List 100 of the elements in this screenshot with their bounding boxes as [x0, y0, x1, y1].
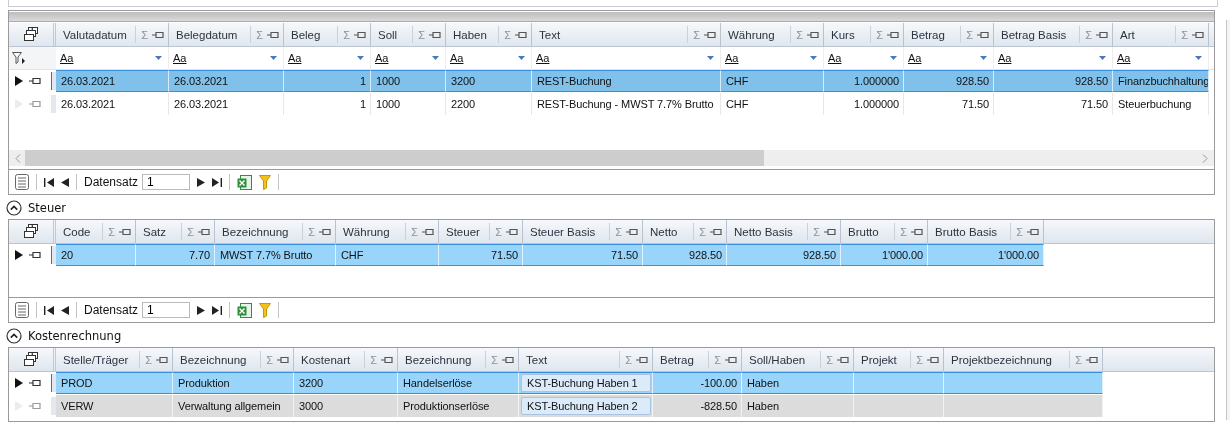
pin-icon[interactable] — [807, 30, 819, 39]
column-header[interactable]: Bezeichnung Σ — [398, 348, 519, 371]
dropdown-icon[interactable] — [432, 56, 439, 60]
filter-cell[interactable]: Aa — [994, 47, 1113, 69]
pin-icon[interactable] — [636, 355, 648, 364]
column-header[interactable]: Bezeichnung Σ — [173, 348, 294, 371]
pin-icon[interactable] — [725, 355, 737, 364]
pin-icon[interactable] — [824, 227, 836, 236]
next-icon[interactable] — [197, 305, 206, 315]
filter-operator[interactable]: Aa — [60, 52, 74, 64]
collapse-icon[interactable] — [6, 328, 22, 344]
filter-icon[interactable] — [12, 51, 26, 65]
filter-operator[interactable]: Aa — [1117, 52, 1131, 64]
column-header[interactable]: Text Σ — [532, 23, 721, 46]
column-header[interactable]: Kurs Σ — [824, 23, 904, 46]
column-header[interactable]: Brutto Basis Σ — [928, 220, 1044, 243]
filter-operator[interactable]: Aa — [998, 52, 1012, 64]
pin-icon[interactable] — [704, 30, 716, 39]
filter-cell[interactable]: Aa — [169, 47, 284, 69]
pin-icon[interactable] — [977, 30, 989, 39]
column-header[interactable]: Netto Σ — [643, 220, 727, 243]
column-chooser-icon[interactable] — [23, 27, 39, 42]
record-field[interactable]: 1 — [142, 174, 191, 190]
dropdown-icon[interactable] — [707, 56, 714, 60]
pin-icon[interactable] — [198, 227, 210, 236]
pin-icon[interactable] — [119, 227, 131, 236]
filter-operator[interactable]: Aa — [828, 52, 842, 64]
pin-icon[interactable] — [422, 227, 434, 236]
pin-icon[interactable] — [626, 227, 638, 236]
pin-icon[interactable] — [506, 227, 518, 236]
filter-cell[interactable]: Aa — [904, 47, 994, 69]
pin-icon[interactable] — [29, 77, 41, 85]
pin-icon[interactable] — [277, 355, 289, 364]
pin-icon[interactable] — [502, 355, 514, 364]
dropdown-icon[interactable] — [1099, 56, 1106, 60]
column-chooser-icon[interactable] — [23, 352, 39, 367]
pin-icon[interactable] — [515, 30, 527, 39]
dropdown-icon[interactable] — [357, 56, 364, 60]
column-header[interactable]: Stelle/Träger Σ — [56, 348, 173, 371]
column-header[interactable]: Betrag Basis Σ — [994, 23, 1113, 46]
filter-cell[interactable]: Aa — [371, 47, 446, 69]
dropdown-icon[interactable] — [980, 56, 987, 60]
previous-icon[interactable] — [61, 305, 69, 315]
pin-icon[interactable] — [319, 227, 331, 236]
column-header[interactable]: Betrag Σ — [904, 23, 994, 46]
pin-icon[interactable] — [710, 227, 722, 236]
pin-icon[interactable] — [1192, 30, 1204, 39]
column-header[interactable]: Valutadatum Σ — [56, 23, 169, 46]
column-header[interactable]: Art Σ — [1113, 23, 1209, 46]
dropdown-icon[interactable] — [890, 56, 897, 60]
funnel-icon[interactable] — [259, 302, 272, 318]
horizontal-scrollbar[interactable] — [9, 150, 1214, 166]
column-header[interactable]: Netto Basis Σ — [727, 220, 841, 243]
column-header[interactable]: Betrag Σ — [653, 348, 742, 371]
pin-icon[interactable] — [29, 379, 41, 387]
first-page-icon[interactable] — [44, 305, 54, 315]
pin-icon[interactable] — [152, 30, 164, 39]
first-page-icon[interactable] — [44, 177, 54, 187]
previous-icon[interactable] — [61, 177, 69, 187]
pin-icon[interactable] — [887, 30, 899, 39]
column-header[interactable]: Währung Σ — [721, 23, 824, 46]
dropdown-icon[interactable] — [155, 56, 162, 60]
pin-icon[interactable] — [354, 30, 366, 39]
filter-cell[interactable]: Aa — [446, 47, 532, 69]
funnel-icon[interactable] — [259, 174, 272, 190]
filter-cell[interactable]: Aa — [532, 47, 721, 69]
pin-icon[interactable] — [156, 355, 168, 364]
column-header[interactable]: Haben Σ — [446, 23, 532, 46]
pin-icon[interactable] — [429, 30, 441, 39]
next-icon[interactable] — [197, 177, 206, 187]
filter-cell[interactable]: Aa — [284, 47, 371, 69]
list-icon[interactable] — [15, 174, 29, 190]
column-header[interactable]: Satz Σ — [136, 220, 215, 243]
pin-icon[interactable] — [837, 355, 849, 364]
last-page-icon[interactable] — [212, 305, 223, 315]
column-header[interactable]: Kostenart Σ — [294, 348, 398, 371]
filter-operator[interactable]: Aa — [536, 52, 550, 64]
filter-cell[interactable]: Aa — [1113, 47, 1209, 69]
pin-icon[interactable] — [927, 355, 939, 364]
collapse-icon[interactable] — [6, 200, 22, 216]
filter-cell[interactable]: Aa — [824, 47, 904, 69]
filter-cell[interactable]: Aa — [721, 47, 824, 69]
filter-cell[interactable]: Aa — [56, 47, 169, 69]
pin-icon[interactable] — [267, 30, 279, 39]
column-header[interactable]: Steuer Σ — [439, 220, 523, 243]
column-header[interactable]: Soll/Haben Σ — [742, 348, 854, 371]
dropdown-icon[interactable] — [518, 56, 525, 60]
pin-icon[interactable] — [381, 355, 393, 364]
column-header[interactable]: Projekt Σ — [854, 348, 944, 371]
spreadsheet-export-icon[interactable] — [237, 174, 253, 190]
pin-icon[interactable] — [1086, 355, 1098, 364]
record-field[interactable]: 1 — [142, 302, 191, 318]
column-header[interactable]: Beleg Σ — [284, 23, 371, 46]
scrollbar-thumb[interactable] — [25, 150, 764, 166]
spreadsheet-export-icon[interactable] — [237, 302, 253, 318]
column-header[interactable]: Steuer Basis Σ — [523, 220, 643, 243]
last-page-icon[interactable] — [212, 177, 223, 187]
column-chooser-icon[interactable] — [23, 224, 39, 239]
pin-icon[interactable] — [911, 227, 923, 236]
list-icon[interactable] — [15, 302, 29, 318]
